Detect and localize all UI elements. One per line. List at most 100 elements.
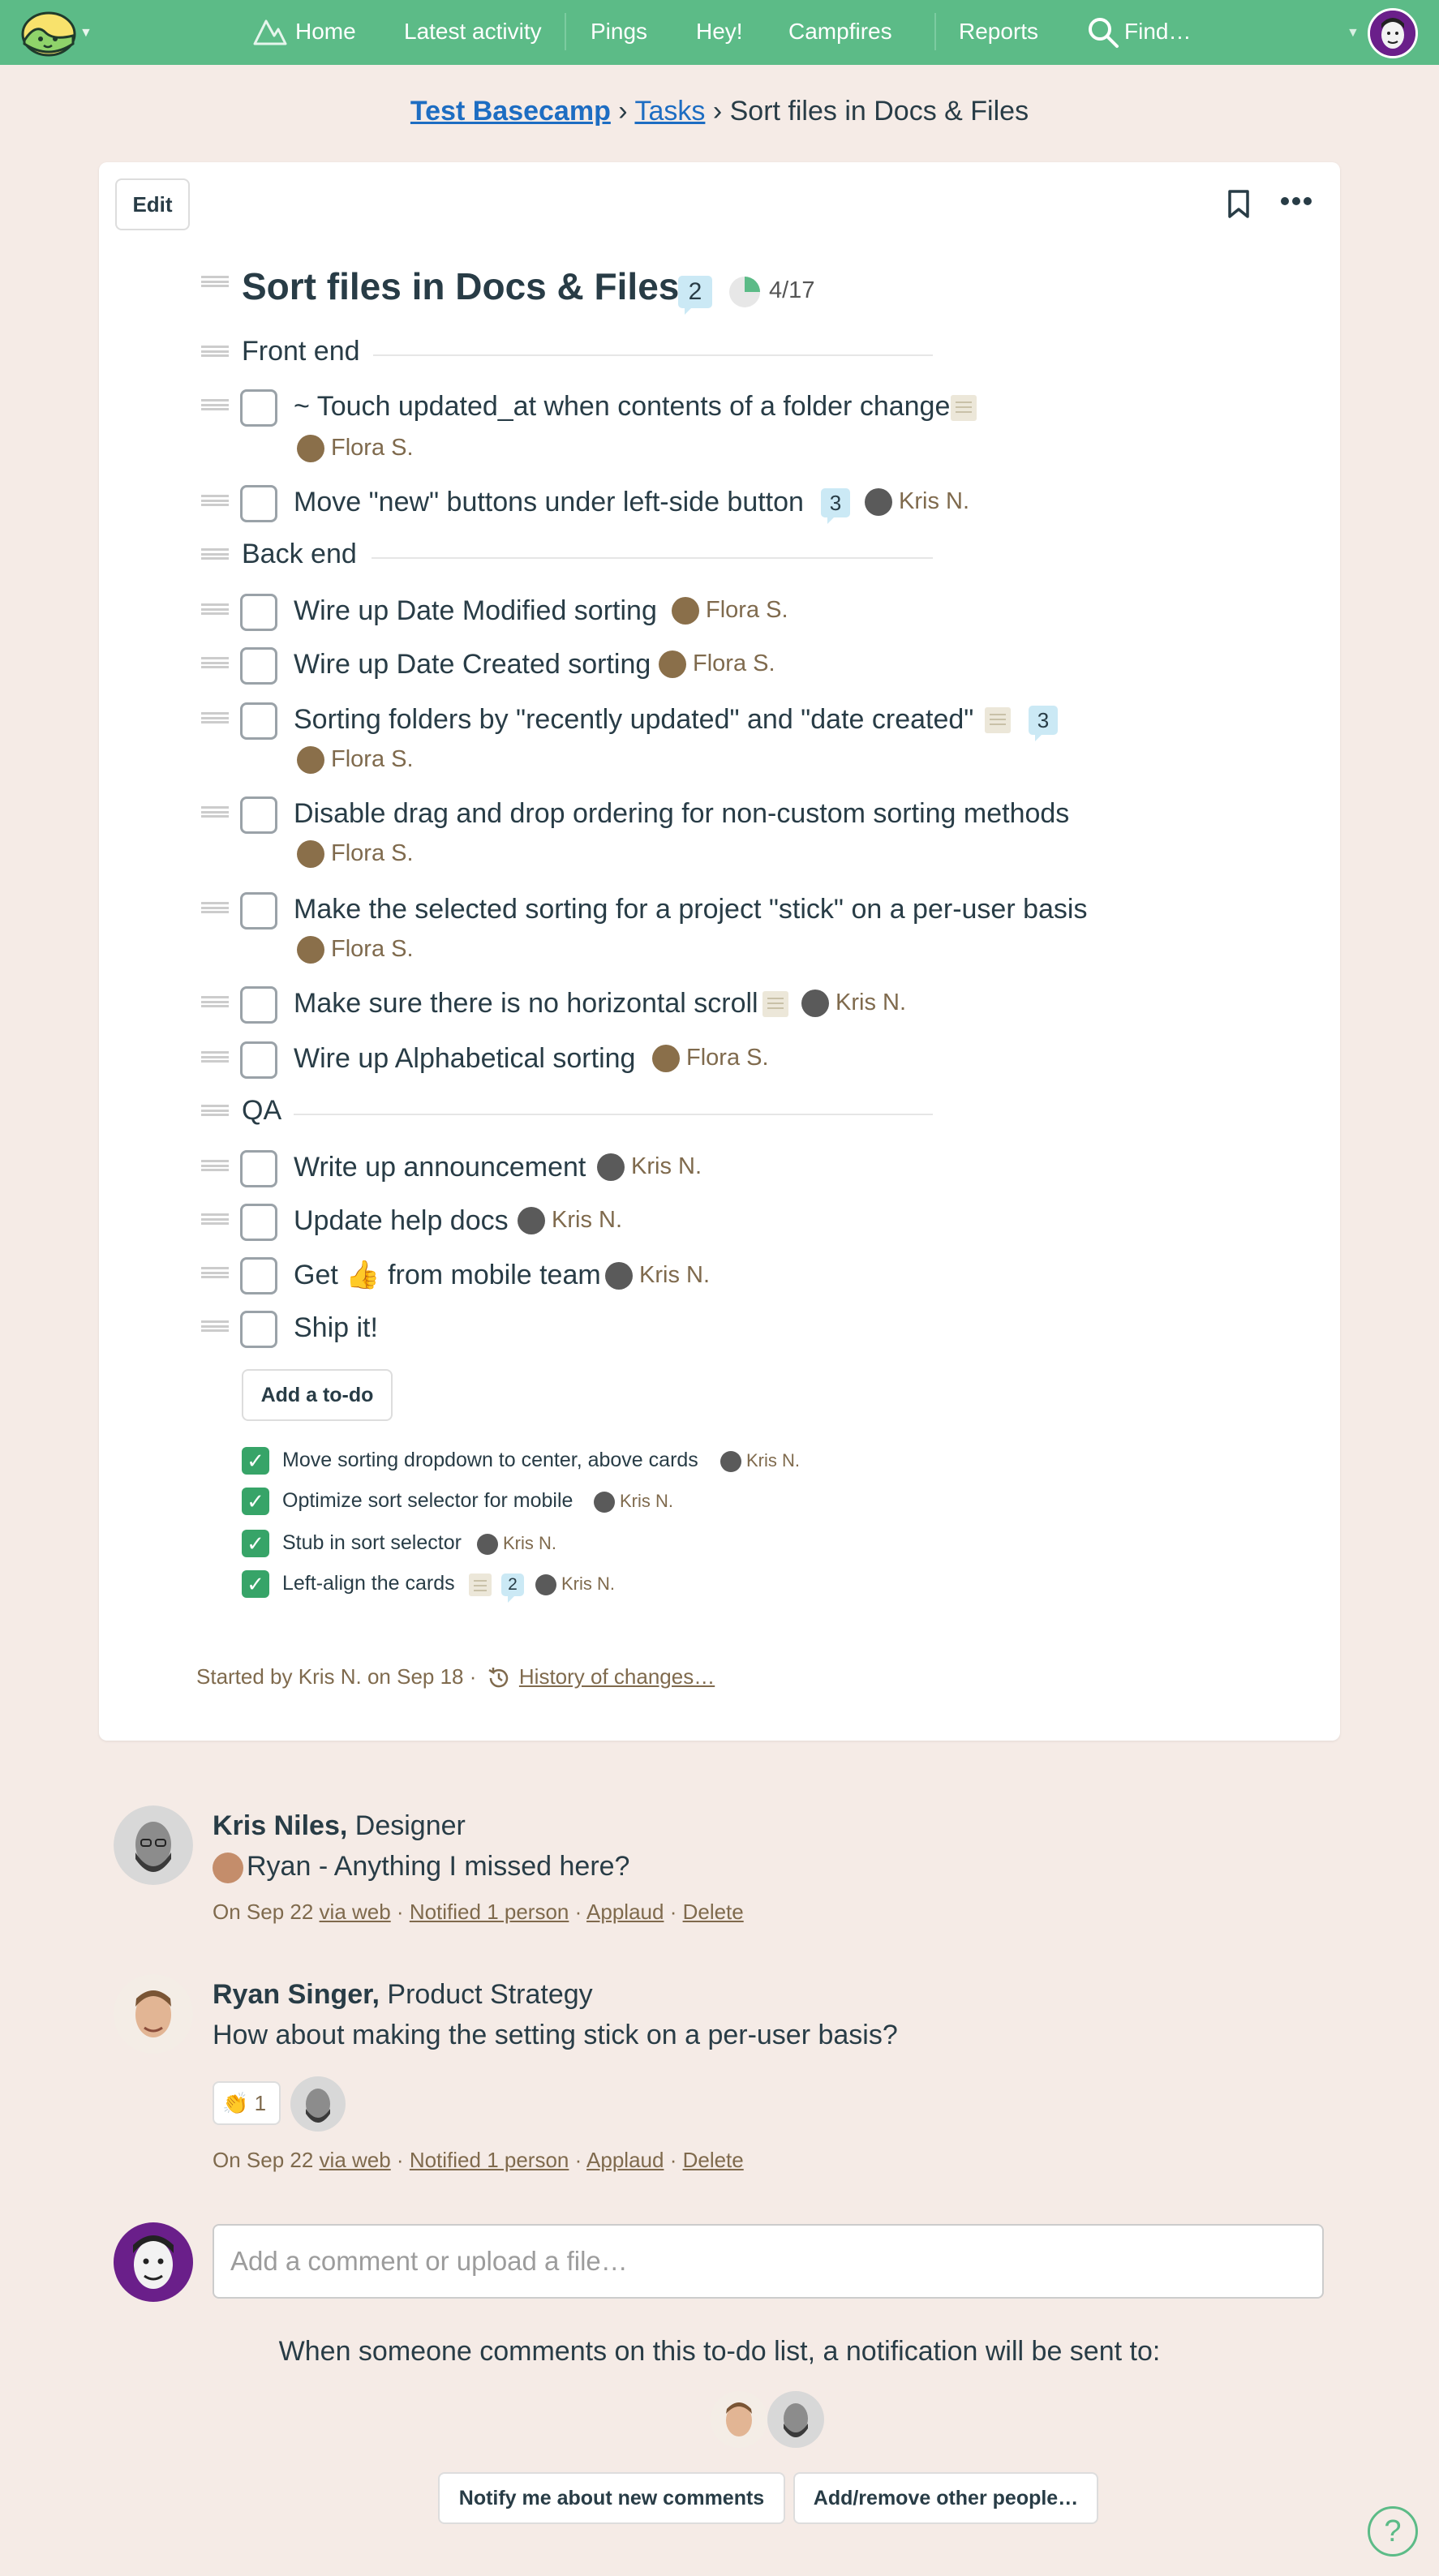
todo-assignee[interactable]: Flora S. bbox=[297, 840, 414, 869]
todo-assignee[interactable]: Kris N. bbox=[801, 990, 906, 1018]
todo-title[interactable]: Wire up Date Created sorting bbox=[294, 649, 651, 680]
todo-checkbox[interactable] bbox=[240, 1041, 277, 1079]
help-button[interactable]: ? bbox=[1368, 2506, 1418, 2557]
drag-handle-icon[interactable] bbox=[201, 712, 229, 723]
boost-applause[interactable]: 👏 1 bbox=[213, 2081, 281, 2125]
nav-home[interactable]: Home bbox=[295, 0, 356, 63]
drag-handle-icon[interactable] bbox=[201, 1320, 229, 1332]
drag-handle-icon[interactable] bbox=[201, 346, 229, 357]
nav-campfires[interactable]: Campfires bbox=[788, 0, 892, 63]
completed-checkbox[interactable]: ✓ bbox=[242, 1447, 269, 1475]
drag-handle-icon[interactable] bbox=[201, 276, 229, 287]
todo-assignee[interactable]: Kris N. bbox=[535, 1574, 615, 1596]
search-icon[interactable] bbox=[1087, 16, 1119, 49]
completed-checkbox[interactable]: ✓ bbox=[242, 1570, 269, 1598]
todo-assignee[interactable]: Flora S. bbox=[297, 746, 414, 775]
todo-assignee[interactable]: Kris N. bbox=[597, 1153, 702, 1182]
drag-handle-icon[interactable] bbox=[201, 657, 229, 668]
nav-reports[interactable]: Reports bbox=[959, 0, 1038, 63]
drag-handle-icon[interactable] bbox=[201, 1105, 229, 1116]
delete-link[interactable]: Delete bbox=[683, 2148, 744, 2172]
nav-latest-activity[interactable]: Latest activity bbox=[404, 0, 542, 63]
comment-count-bubble[interactable]: 3 bbox=[821, 488, 850, 524]
drag-handle-icon[interactable] bbox=[201, 902, 229, 913]
drag-handle-icon[interactable] bbox=[201, 1213, 229, 1225]
todo-checkbox[interactable] bbox=[240, 702, 277, 740]
drag-handle-icon[interactable] bbox=[201, 806, 229, 818]
nav-pings[interactable]: Pings bbox=[591, 0, 647, 63]
notified-link[interactable]: Notified 1 person bbox=[410, 2148, 569, 2172]
todo-checkbox[interactable] bbox=[240, 892, 277, 930]
history-link[interactable]: History of changes… bbox=[519, 1664, 715, 1689]
todo-title[interactable]: Write up announcement bbox=[294, 1152, 586, 1183]
comment-count-bubble[interactable]: 2 bbox=[678, 276, 712, 315]
add-todo-button[interactable]: Add a to-do bbox=[242, 1369, 393, 1421]
todo-title[interactable]: Make the selected sorting for a project … bbox=[294, 894, 1087, 925]
commenter-name[interactable]: Ryan Singer, bbox=[213, 1979, 380, 2010]
commenter-avatar[interactable] bbox=[114, 1974, 193, 2054]
todo-title[interactable]: Make sure there is no horizontal scroll bbox=[294, 988, 758, 1020]
todo-title[interactable]: Ship it! bbox=[294, 1312, 378, 1344]
comment-input[interactable]: Add a comment or upload a file… bbox=[213, 2224, 1324, 2299]
nav-hey[interactable]: Hey! bbox=[696, 0, 743, 63]
commenter-name[interactable]: Kris Niles, bbox=[213, 1810, 347, 1841]
comment-count-bubble[interactable]: 2 bbox=[501, 1574, 524, 1603]
todo-assignee[interactable]: Kris N. bbox=[865, 488, 969, 517]
basecamp-logo-icon[interactable] bbox=[21, 8, 76, 57]
notified-link[interactable]: Notified 1 person bbox=[410, 1900, 569, 1924]
todo-assignee[interactable]: Kris N. bbox=[720, 1450, 800, 1473]
completed-checkbox[interactable]: ✓ bbox=[242, 1488, 269, 1515]
completed-todo-title[interactable]: Left-align the cards bbox=[282, 1572, 455, 1595]
applauder-avatar[interactable] bbox=[290, 2076, 346, 2132]
todo-assignee[interactable]: Flora S. bbox=[297, 936, 414, 964]
todo-checkbox[interactable] bbox=[240, 986, 277, 1024]
subscriber-avatar[interactable] bbox=[767, 2391, 824, 2448]
todo-title[interactable]: Disable drag and drop ordering for non-c… bbox=[294, 798, 1069, 830]
via-web-link[interactable]: via web bbox=[320, 1900, 391, 1924]
todo-checkbox[interactable] bbox=[240, 1257, 277, 1294]
todo-assignee[interactable]: Flora S. bbox=[297, 435, 414, 463]
todo-title[interactable]: Wire up Alphabetical sorting bbox=[294, 1043, 635, 1075]
applaud-link[interactable]: Applaud bbox=[586, 1900, 664, 1924]
add-remove-people-button[interactable]: Add/remove other people… bbox=[793, 2472, 1098, 2524]
via-web-link[interactable]: via web bbox=[320, 2148, 391, 2172]
todo-assignee[interactable]: Kris N. bbox=[594, 1491, 673, 1513]
nav-find[interactable]: Find… bbox=[1124, 0, 1191, 63]
todo-checkbox[interactable] bbox=[240, 796, 277, 834]
completed-checkbox[interactable]: ✓ bbox=[242, 1530, 269, 1557]
drag-handle-icon[interactable] bbox=[201, 1160, 229, 1171]
breadcrumb-tool-link[interactable]: Tasks bbox=[634, 96, 705, 127]
more-options-icon[interactable] bbox=[1280, 196, 1312, 206]
current-user-avatar[interactable] bbox=[1368, 8, 1418, 58]
todo-checkbox[interactable] bbox=[240, 1204, 277, 1241]
todo-title[interactable]: ~ Touch updated_at when contents of a fo… bbox=[294, 391, 950, 423]
delete-link[interactable]: Delete bbox=[683, 1900, 744, 1924]
todo-checkbox[interactable] bbox=[240, 1150, 277, 1187]
drag-handle-icon[interactable] bbox=[201, 996, 229, 1007]
drag-handle-icon[interactable] bbox=[201, 548, 229, 560]
drag-handle-icon[interactable] bbox=[201, 399, 229, 410]
todo-assignee[interactable]: Flora S. bbox=[672, 597, 788, 625]
todo-assignee[interactable]: Kris N. bbox=[518, 1207, 622, 1235]
drag-handle-icon[interactable] bbox=[201, 603, 229, 615]
completed-todo-title[interactable]: Stub in sort selector bbox=[282, 1531, 462, 1555]
todo-checkbox[interactable] bbox=[240, 647, 277, 685]
todo-title[interactable]: Get 👍 from mobile team bbox=[294, 1259, 601, 1291]
todo-checkbox[interactable] bbox=[240, 485, 277, 522]
todo-assignee[interactable]: Flora S. bbox=[652, 1045, 769, 1073]
commenter-avatar[interactable] bbox=[114, 1805, 193, 1885]
breadcrumb-project-link[interactable]: Test Basecamp bbox=[410, 96, 611, 127]
todo-title[interactable]: Move "new" buttons under left-side butto… bbox=[294, 487, 804, 518]
bookmark-icon[interactable] bbox=[1226, 190, 1251, 219]
drag-handle-icon[interactable] bbox=[201, 1267, 229, 1278]
todo-checkbox[interactable] bbox=[240, 389, 277, 427]
todo-title[interactable]: Sorting folders by "recently updated" an… bbox=[294, 704, 973, 736]
notify-me-button[interactable]: Notify me about new comments bbox=[438, 2472, 785, 2524]
completed-todo-title[interactable]: Optimize sort selector for mobile bbox=[282, 1489, 573, 1513]
todo-assignee[interactable]: Flora S. bbox=[659, 650, 775, 679]
todo-checkbox[interactable] bbox=[240, 1311, 277, 1348]
subscriber-avatar[interactable] bbox=[711, 2391, 767, 2448]
edit-button[interactable]: Edit bbox=[115, 178, 190, 230]
todo-assignee[interactable]: Kris N. bbox=[605, 1262, 710, 1290]
applaud-link[interactable]: Applaud bbox=[586, 2148, 664, 2172]
